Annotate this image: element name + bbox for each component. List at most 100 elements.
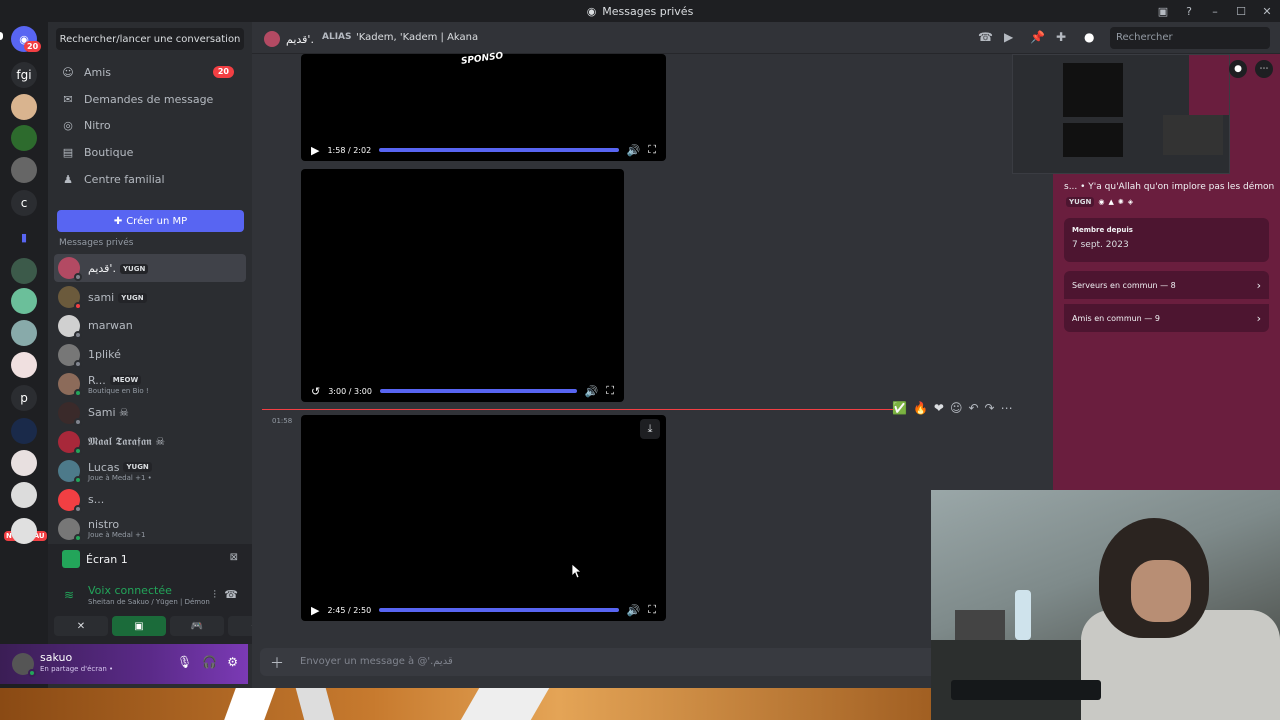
replay-icon[interactable]: ↺ bbox=[311, 385, 320, 398]
badge-icon: ▲ bbox=[1108, 198, 1114, 206]
folder-icon[interactable]: ▮ bbox=[11, 224, 37, 250]
mutual-friends-row[interactable]: Amis en commun — 9 › bbox=[1064, 304, 1269, 332]
avatar bbox=[58, 315, 82, 339]
user-controls: 🎙 🎧 ⚙ bbox=[177, 655, 238, 669]
seek-bar[interactable] bbox=[379, 608, 619, 612]
server-avatar[interactable] bbox=[11, 288, 37, 314]
video-player[interactable]: ↺ 3:00 / 3:00 🔊 ⛶ bbox=[301, 169, 624, 402]
inbox-icon[interactable]: ▣ bbox=[1150, 5, 1176, 18]
video-controls: ▶ 2:45 / 2:50 🔊 ⛶ bbox=[301, 599, 666, 621]
server-avatar[interactable] bbox=[11, 125, 37, 151]
user-name[interactable]: sakuo bbox=[40, 651, 72, 664]
video-player[interactable]: SPONSO ▶ 1:58 / 2:02 🔊 ⛶ bbox=[301, 51, 666, 161]
camera-off-button[interactable]: ✕ bbox=[54, 616, 108, 636]
dm-item[interactable]: R... MEOW Boutique en Bio ! bbox=[54, 370, 246, 398]
status-dot bbox=[28, 669, 36, 677]
play-icon[interactable]: ▶ bbox=[311, 604, 319, 617]
share-screen-button[interactable]: ▣ bbox=[112, 616, 166, 636]
nav-family-center[interactable]: ♟ Centre familial bbox=[56, 166, 244, 192]
microphone-icon[interactable]: 🎙 bbox=[177, 655, 192, 669]
dm-name: 𝕸𝖆𝖆𝖑 𝕿𝖆𝖗𝖆𝖋𝖆𝖓 ☠ bbox=[88, 435, 166, 448]
add-friends-icon[interactable]: ✚ bbox=[1056, 30, 1066, 44]
server-avatar[interactable] bbox=[11, 94, 37, 120]
heart-reaction-icon[interactable]: ❤ bbox=[934, 401, 944, 415]
server-avatar[interactable] bbox=[11, 450, 37, 476]
activity-button[interactable]: 🎮 bbox=[170, 616, 224, 636]
play-icon[interactable]: ▶ bbox=[311, 144, 319, 157]
server-avatar[interactable] bbox=[11, 157, 37, 183]
server-avatar[interactable] bbox=[11, 258, 37, 284]
server-avatar[interactable] bbox=[11, 518, 37, 544]
dm-item[interactable]: sami YUGN bbox=[54, 283, 246, 311]
nav-message-requests[interactable]: ✉ Demandes de message bbox=[56, 86, 244, 112]
close-stream-icon[interactable]: ⊠ bbox=[230, 552, 238, 563]
seek-bar[interactable] bbox=[379, 148, 619, 152]
screen-share-row[interactable]: Écran 1 bbox=[62, 548, 128, 570]
dm-item[interactable]: 𝕸𝖆𝖆𝖑 𝕿𝖆𝖗𝖆𝖋𝖆𝖓 ☠ bbox=[54, 428, 246, 456]
profile-avatar-icon[interactable]: ● bbox=[1229, 60, 1247, 78]
volume-icon[interactable]: 🔊 bbox=[585, 385, 599, 398]
minimize-button[interactable]: – bbox=[1202, 5, 1228, 18]
volume-icon[interactable]: 🔊 bbox=[627, 604, 641, 617]
close-button[interactable]: ✕ bbox=[1254, 5, 1280, 18]
dm-item[interactable]: Sami ☠ bbox=[54, 399, 246, 427]
guild-tag: YUGN bbox=[118, 292, 147, 303]
stream-thumbnail[interactable] bbox=[1012, 54, 1230, 174]
server-fgi[interactable]: fgi bbox=[11, 62, 37, 88]
more-icon[interactable]: ⋯ bbox=[1001, 401, 1013, 415]
video-call-icon[interactable]: ▶ bbox=[1004, 30, 1013, 44]
reply-icon[interactable]: ↶ bbox=[968, 401, 978, 415]
server-avatar[interactable] bbox=[11, 482, 37, 508]
add-attachment-icon[interactable]: ＋ bbox=[270, 653, 284, 673]
server-avatar[interactable] bbox=[11, 418, 37, 444]
server-avatar[interactable] bbox=[11, 352, 37, 378]
download-icon[interactable]: ⤓ bbox=[640, 419, 660, 439]
voice-status[interactable]: Voix connectée bbox=[88, 584, 172, 597]
nav-nitro[interactable]: ◎ Nitro bbox=[56, 112, 244, 138]
search-conversation-button[interactable]: Rechercher/lancer une conversation bbox=[56, 28, 244, 50]
dm-text: s... bbox=[88, 494, 104, 506]
server-c[interactable]: c bbox=[11, 190, 37, 216]
volume-icon[interactable]: 🔊 bbox=[627, 144, 641, 157]
voice-call-icon[interactable]: ☎ bbox=[978, 30, 993, 44]
mutual-servers-row[interactable]: Serveurs en commun — 8 › bbox=[1064, 271, 1269, 299]
search-input[interactable]: Rechercher bbox=[1110, 27, 1270, 49]
noise-suppression-icon[interactable]: ⫶ bbox=[213, 588, 216, 602]
dm-text: 𝕸𝖆𝖆𝖑 𝕿𝖆𝖗𝖆𝖋𝖆𝖓 ☠ bbox=[88, 436, 165, 448]
dm-item[interactable]: Lucas YUGN Joue à Medal +1 • bbox=[54, 457, 246, 485]
server-avatar[interactable] bbox=[11, 320, 37, 346]
dm-item[interactable]: nistro Joue à Medal +1 bbox=[54, 515, 246, 543]
dm-name: sami bbox=[88, 291, 115, 304]
thumb-window bbox=[1063, 123, 1123, 157]
settings-gear-icon[interactable]: ⚙ bbox=[227, 655, 238, 669]
fullscreen-icon[interactable]: ⛶ bbox=[606, 384, 614, 398]
fullscreen-icon[interactable]: ⛶ bbox=[648, 603, 656, 617]
dm-item[interactable]: s... bbox=[54, 486, 246, 514]
pin-icon[interactable]: 📌 bbox=[1030, 30, 1045, 44]
nav-friends[interactable]: ☺ Amis 20 bbox=[56, 59, 244, 85]
dm-activity: Boutique en Bio ! bbox=[88, 386, 149, 395]
headset-icon[interactable]: 🎧 bbox=[202, 655, 217, 669]
server-p[interactable]: p bbox=[11, 385, 37, 411]
add-reaction-icon[interactable]: ☺ bbox=[950, 401, 963, 415]
profile-more-icon[interactable]: ⋯ bbox=[1255, 60, 1273, 78]
server-rail: ◉ 20 fgi c ▮ p NOUVEAU bbox=[0, 22, 48, 688]
maximize-button[interactable]: ☐ bbox=[1228, 5, 1254, 18]
dm-item[interactable]: ﻗﺪﻳﻢ'. YUGN bbox=[54, 254, 246, 282]
user-profile-icon[interactable]: ● bbox=[1084, 30, 1094, 44]
dm-name: Sami ☠ bbox=[88, 406, 129, 419]
dm-item[interactable]: marwan bbox=[54, 312, 246, 340]
nav-shop[interactable]: ▤ Boutique bbox=[56, 139, 244, 165]
fire-reaction-icon[interactable]: 🔥 bbox=[913, 401, 928, 415]
seek-bar[interactable] bbox=[379, 389, 577, 393]
help-icon[interactable]: ? bbox=[1176, 5, 1202, 18]
dm-item[interactable]: 1pliké bbox=[54, 341, 246, 369]
chat-recipient[interactable]: ﻗﺪﻳﻢ'. bbox=[264, 31, 314, 47]
disconnect-icon[interactable]: ☎ bbox=[224, 588, 238, 601]
create-dm-button[interactable]: ✚ Créer un MP bbox=[57, 210, 244, 232]
check-reaction-icon[interactable]: ✅ bbox=[892, 401, 907, 415]
forward-icon[interactable]: ↷ bbox=[985, 401, 995, 415]
video-player[interactable]: ⤓ ▶ 2:45 / 2:50 🔊 ⛶ bbox=[301, 415, 666, 621]
user-avatar[interactable] bbox=[12, 653, 36, 677]
fullscreen-icon[interactable]: ⛶ bbox=[648, 143, 656, 157]
